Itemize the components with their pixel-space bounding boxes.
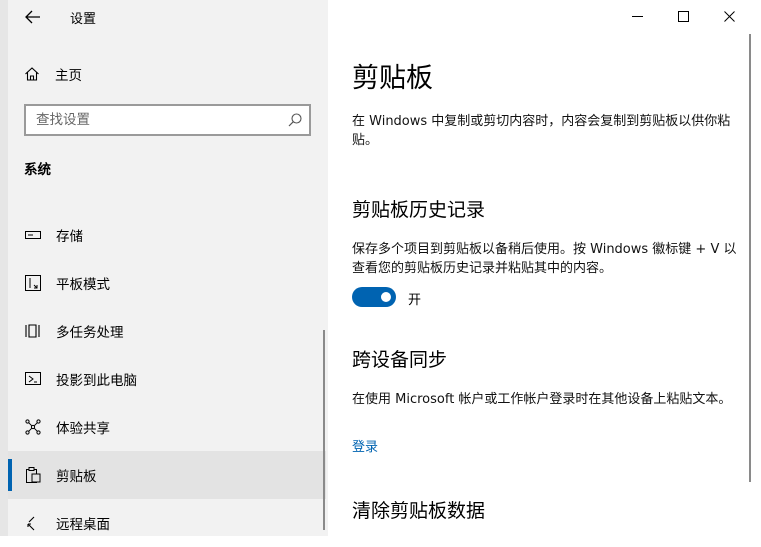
sidebar-item-label: 体验共享 (56, 421, 110, 437)
main-scrollbar[interactable] (749, 34, 751, 482)
sidebar: 设置 主页 系统 存储 平板模式 多任务处理 投 (0, 0, 328, 536)
back-arrow-icon (25, 10, 40, 24)
sign-in-link[interactable]: 登录 (352, 436, 378, 455)
sync-description: 在使用 Microsoft 帐户或工作帐户登录时在其他设备上粘贴文本。 (352, 392, 732, 407)
toggle-knob (381, 292, 391, 302)
page-title: 剪贴板 (352, 63, 433, 94)
history-heading: 剪贴板历史记录 (352, 199, 486, 221)
sidebar-item-multitasking[interactable]: 多任务处理 (8, 307, 326, 355)
maximize-icon (677, 10, 689, 22)
shared-experiences-icon (24, 418, 42, 436)
nav-home-label: 主页 (55, 68, 82, 84)
storage-icon (24, 226, 42, 244)
history-description: 保存多个项目到剪贴板以备稍后使用。按 Windows 徽标键 + V 以查看您的… (352, 242, 737, 276)
sidebar-item-shared-experiences[interactable]: 体验共享 (8, 403, 326, 451)
app-title: 设置 (70, 12, 97, 27)
nav-home[interactable]: 主页 (24, 62, 82, 86)
sidebar-scrollbar[interactable] (323, 330, 325, 530)
selected-indicator (8, 459, 12, 491)
intro-text: 在 Windows 中复制或剪切内容时，内容会复制到剪贴板以供你粘贴。 (352, 114, 731, 148)
sync-heading: 跨设备同步 (352, 349, 448, 371)
section-title: 系统 (24, 162, 51, 178)
clipboard-icon (24, 466, 42, 484)
sidebar-item-label: 剪贴板 (56, 469, 97, 485)
back-button[interactable] (22, 6, 44, 28)
sidebar-item-label: 存储 (56, 229, 83, 245)
sidebar-item-label: 投影到此电脑 (56, 373, 137, 389)
home-icon (25, 67, 39, 81)
clear-heading: 清除剪贴板数据 (352, 500, 486, 522)
close-button[interactable] (706, 0, 752, 32)
history-toggle-state: 开 (408, 293, 422, 308)
sidebar-item-label: 多任务处理 (56, 325, 124, 341)
project-icon (24, 370, 42, 388)
multitasking-icon (24, 322, 42, 340)
minimize-icon (631, 15, 643, 17)
sidebar-item-label: 平板模式 (56, 277, 110, 293)
search-icon[interactable] (287, 112, 303, 128)
maximize-button[interactable] (660, 0, 706, 32)
sidebar-item-tablet-mode[interactable]: 平板模式 (8, 259, 326, 307)
sidebar-item-label: 远程桌面 (56, 517, 110, 533)
sidebar-item-clipboard[interactable]: 剪贴板 (8, 451, 326, 499)
search-input[interactable] (26, 106, 286, 134)
sidebar-edge (0, 0, 8, 536)
tablet-mode-icon (24, 274, 42, 292)
remote-desktop-icon (24, 514, 42, 532)
sidebar-item-project[interactable]: 投影到此电脑 (8, 355, 326, 403)
close-icon (723, 10, 735, 22)
minimize-button[interactable] (614, 0, 660, 32)
history-toggle[interactable] (352, 287, 396, 307)
sidebar-item-storage[interactable]: 存储 (8, 211, 326, 259)
search-box[interactable] (24, 104, 311, 136)
sidebar-item-remote-desktop[interactable]: 远程桌面 (8, 499, 326, 547)
